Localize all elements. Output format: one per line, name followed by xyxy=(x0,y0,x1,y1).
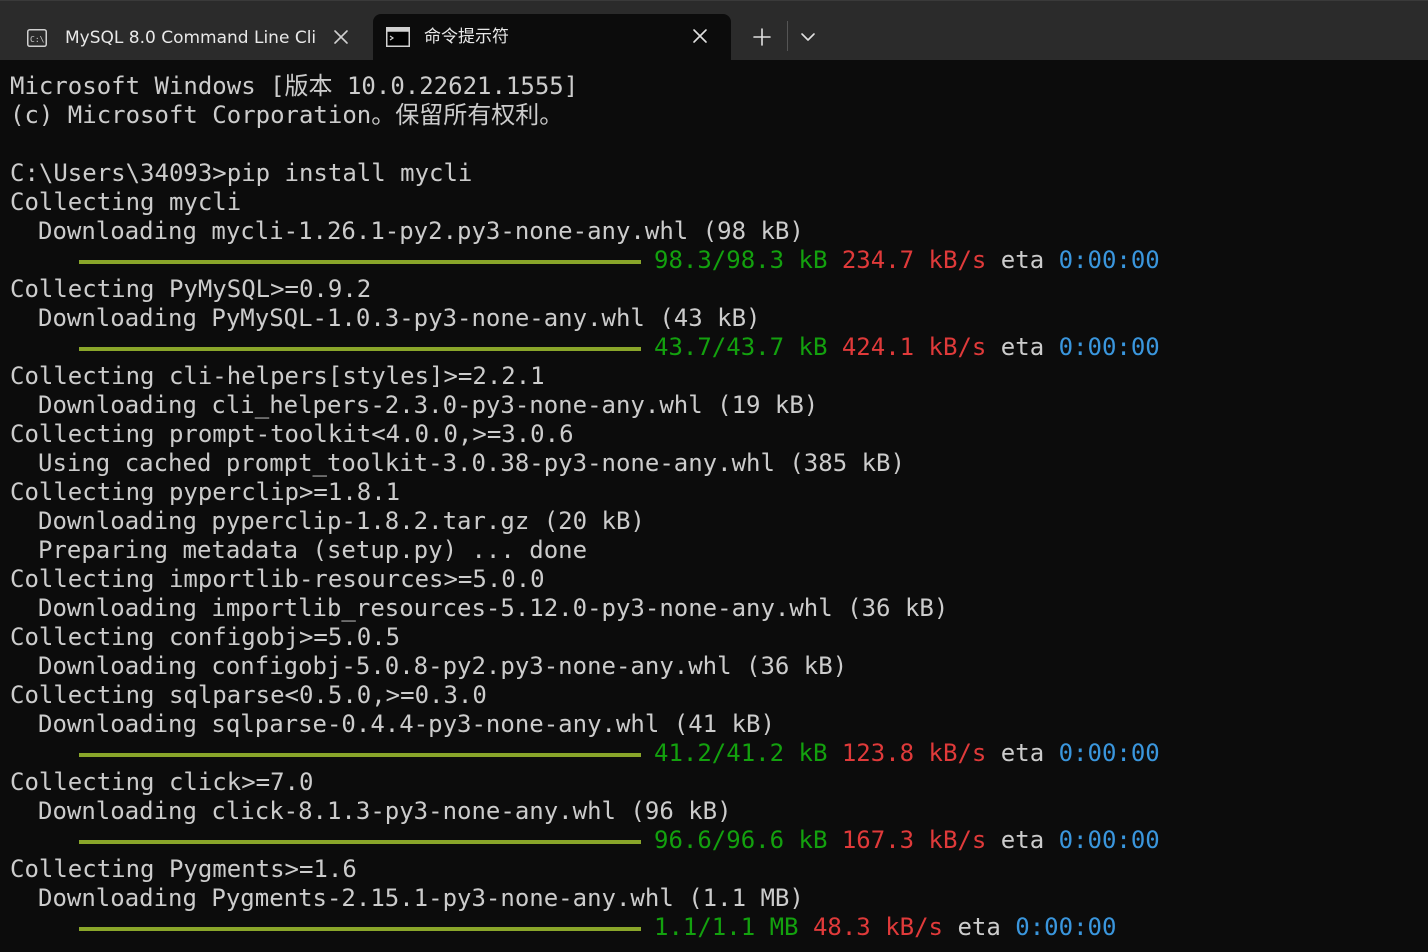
header-line: (c) Microsoft Corporation。保留所有权利。 xyxy=(10,101,564,129)
collecting-line: Collecting cli-helpers[styles]>=2.2.1 xyxy=(10,362,545,390)
progress-line: 43.7/43.7 kB 424.1 kB/s eta 0:00:00 xyxy=(10,333,1420,362)
metadata-line: Preparing metadata (setup.py) ... done xyxy=(38,536,588,564)
progress-stats: 96.6/96.6 kB 167.3 kB/s eta 0:00:00 xyxy=(654,826,1160,855)
download-line: Downloading Pygments-2.15.1-py3-none-any… xyxy=(38,884,804,912)
download-line: Downloading pyperclip-1.8.2.tar.gz (20 k… xyxy=(38,507,645,535)
close-icon[interactable] xyxy=(332,28,350,46)
collecting-line: Collecting configobj>=5.0.5 xyxy=(10,623,401,651)
progress-line: 98.3/98.3 kB 234.7 kB/s eta 0:00:00 xyxy=(10,246,1420,275)
progress-line: 1.1/1.1 MB 48.3 kB/s eta 0:00:00 xyxy=(10,913,1420,942)
download-line: Downloading PyMySQL-1.0.3-py3-none-any.w… xyxy=(38,304,761,332)
console-icon xyxy=(386,27,410,47)
eta-label: eta xyxy=(957,913,1001,941)
eta-label: eta xyxy=(1000,739,1045,767)
eta-value: 0:00:00 xyxy=(1058,826,1160,854)
eta-label: eta xyxy=(1000,246,1045,274)
download-line: Downloading click-8.1.3-py3-none-any.whl… xyxy=(38,797,732,825)
download-line: Downloading importlib_resources-5.12.0-p… xyxy=(38,594,949,622)
progress-bar xyxy=(79,260,641,264)
progress-speed: 48.3 kB/s xyxy=(812,913,943,941)
progress-stats: 1.1/1.1 MB 48.3 kB/s eta 0:00:00 xyxy=(654,913,1116,942)
eta-label: eta xyxy=(1000,333,1045,361)
progress-done: 41.2/41.2 kB xyxy=(654,739,828,767)
tab-label: MySQL 8.0 Command Line Clie xyxy=(65,28,315,48)
eta-value: 0:00:00 xyxy=(1015,913,1117,941)
progress-done: 43.7/43.7 kB xyxy=(654,333,828,361)
terminal-output[interactable]: Microsoft Windows [版本 10.0.22621.1555] (… xyxy=(10,72,1420,952)
new-tab-button[interactable] xyxy=(748,23,776,51)
divider xyxy=(787,21,788,51)
svg-text:C:\: C:\ xyxy=(30,35,45,44)
progress-bar xyxy=(79,753,641,757)
eta-value: 0:00:00 xyxy=(1058,246,1160,274)
header-line: Microsoft Windows [版本 10.0.22621.1555] xyxy=(10,72,579,100)
progress-bar xyxy=(79,840,641,844)
progress-speed: 123.8 kB/s xyxy=(841,739,987,767)
tab-mysql[interactable]: C:\ MySQL 8.0 Command Line Clie xyxy=(14,14,372,61)
eta-label: eta xyxy=(1000,826,1045,854)
progress-speed: 167.3 kB/s xyxy=(841,826,987,854)
download-line: Downloading configobj-5.0.8-py2.py3-none… xyxy=(38,652,848,680)
tab-label: 命令提示符 xyxy=(424,27,509,47)
cached-line: Using cached prompt_toolkit-3.0.38-py3-n… xyxy=(38,449,905,477)
collecting-line: Collecting Pygments>=1.6 xyxy=(10,855,357,883)
progress-speed: 234.7 kB/s xyxy=(841,246,987,274)
eta-value: 0:00:00 xyxy=(1058,333,1160,361)
cmd-icon: C:\ xyxy=(27,29,47,47)
tab-bar: C:\ MySQL 8.0 Command Line Clie 命令提示符 xyxy=(0,0,1428,61)
progress-stats: 41.2/41.2 kB 123.8 kB/s eta 0:00:00 xyxy=(654,739,1160,768)
chevron-down-icon[interactable] xyxy=(796,25,820,49)
progress-line: 41.2/41.2 kB 123.8 kB/s eta 0:00:00 xyxy=(10,739,1420,768)
progress-done: 96.6/96.6 kB xyxy=(654,826,828,854)
progress-bar xyxy=(79,347,641,351)
progress-speed: 424.1 kB/s xyxy=(841,333,987,361)
collecting-line: Collecting pyperclip>=1.8.1 xyxy=(10,478,401,506)
progress-stats: 98.3/98.3 kB 234.7 kB/s eta 0:00:00 xyxy=(654,246,1160,275)
collecting-line: Collecting click>=7.0 xyxy=(10,768,314,796)
collecting-line: Collecting PyMySQL>=0.9.2 xyxy=(10,275,372,303)
collecting-line: Collecting prompt-toolkit<4.0.0,>=3.0.6 xyxy=(10,420,574,448)
eta-value: 0:00:00 xyxy=(1058,739,1160,767)
collecting-line: Collecting sqlparse<0.5.0,>=0.3.0 xyxy=(10,681,487,709)
progress-done: 1.1/1.1 MB xyxy=(654,913,799,941)
tab-command-prompt[interactable]: 命令提示符 xyxy=(373,14,731,61)
progress-line: 96.6/96.6 kB 167.3 kB/s eta 0:00:00 xyxy=(10,826,1420,855)
terminal-window: C:\ MySQL 8.0 Command Line Clie 命令提示符 Mi… xyxy=(0,0,1428,952)
progress-bar xyxy=(79,927,641,931)
progress-done: 98.3/98.3 kB xyxy=(654,246,828,274)
progress-stats: 43.7/43.7 kB 424.1 kB/s eta 0:00:00 xyxy=(654,333,1160,362)
command-prompt: C:\Users\34093>pip install mycli xyxy=(10,159,473,187)
collecting-line: Collecting importlib-resources>=5.0.0 xyxy=(10,565,545,593)
download-line: Downloading cli_helpers-2.3.0-py3-none-a… xyxy=(38,391,819,419)
close-icon[interactable] xyxy=(691,27,709,45)
download-line: Downloading sqlparse-0.4.4-py3-none-any.… xyxy=(38,710,775,738)
collecting-line: Collecting mycli xyxy=(10,188,242,216)
download-line: Downloading mycli-1.26.1-py2.py3-none-an… xyxy=(38,217,804,245)
